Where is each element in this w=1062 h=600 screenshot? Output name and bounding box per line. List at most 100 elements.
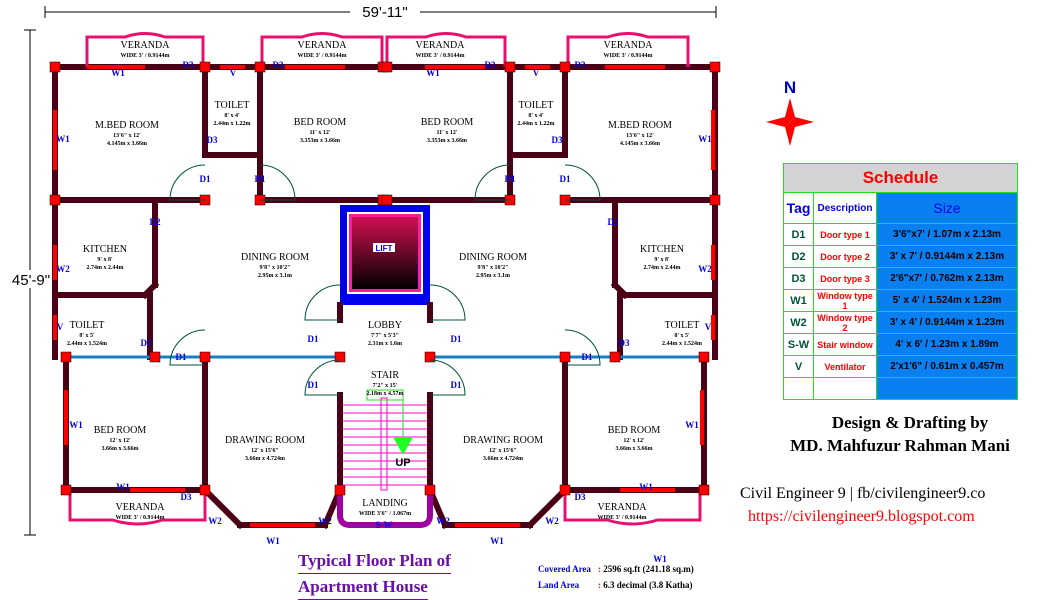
opening-tag: W2 bbox=[56, 264, 70, 274]
room-metric-size: 2.95m x 3.1m bbox=[476, 273, 510, 279]
schedule-size: 3' x 7' / 0.9144m x 2.13m bbox=[876, 245, 1018, 268]
room-dimensions: 12' x 15'6" bbox=[251, 448, 279, 454]
drawing-title-line2: Apartment House bbox=[298, 574, 428, 600]
opening-tag: V bbox=[533, 68, 540, 78]
room-dimensions: WIDE 3' / 0.9144m bbox=[597, 515, 646, 521]
opening-tag: W1 bbox=[56, 134, 70, 144]
room-metric-size: 3.353m x 3.66m bbox=[427, 138, 467, 144]
column bbox=[559, 484, 571, 496]
room-dimensions: WIDE 3'6" / 1.067m bbox=[359, 511, 411, 517]
opening-tag: D1 bbox=[176, 352, 187, 362]
room-metric-size: 2.44m x 1.22m bbox=[214, 121, 251, 127]
room-metric-size: 3.66m x 3.66m bbox=[616, 446, 653, 452]
schedule-row: W1 Window type 1 5' x 4' / 1.524m x 1.23m bbox=[783, 289, 1018, 312]
opening-tag: W2 bbox=[208, 516, 222, 526]
door-swing bbox=[429, 284, 466, 321]
room-dimensions: 12' x 15'6" bbox=[489, 448, 517, 454]
credit-blog-link[interactable]: https://civilengineer9.blogspot.com bbox=[748, 508, 1058, 526]
schedule-description: Window type 1 bbox=[813, 289, 877, 312]
room-metric-size: 3.66m x 4.724m bbox=[483, 456, 523, 462]
column bbox=[49, 61, 61, 73]
dimension-width: 59'-11" bbox=[44, 3, 717, 21]
opening-tag: D3 bbox=[141, 338, 152, 348]
room-name: DINING ROOM bbox=[241, 252, 309, 263]
drawing-title-line1: Typical Floor Plan of bbox=[298, 548, 451, 574]
column bbox=[199, 484, 211, 496]
opening-tag: D1 bbox=[308, 380, 319, 390]
room-metric-size: 3.66m x 4.724m bbox=[245, 456, 285, 462]
opening-tag: D2 bbox=[150, 217, 161, 227]
opening-tag: D3 bbox=[183, 60, 194, 70]
room-dimensions: 11' x 12' bbox=[309, 130, 330, 136]
room-name: DRAWING ROOM bbox=[225, 435, 305, 446]
opening-tag: D3 bbox=[552, 135, 563, 145]
room-name: VERANDA bbox=[416, 40, 466, 51]
room-dimensions: 8' x 4' bbox=[224, 113, 240, 119]
column bbox=[559, 351, 571, 363]
room-name: M.BED ROOM bbox=[608, 120, 672, 131]
room-dimensions: 9'8" x 10'2" bbox=[260, 265, 291, 271]
room-name: DINING ROOM bbox=[459, 252, 527, 263]
opening-tag: D1 bbox=[560, 174, 571, 184]
schedule-tag: D2 bbox=[783, 245, 814, 268]
opening-tag: W1 bbox=[69, 420, 83, 430]
column bbox=[60, 484, 72, 496]
opening-tag: S-W bbox=[375, 520, 392, 530]
land-area-value: 6.3 decimal (3.8 Katha) bbox=[603, 580, 693, 590]
schedule-row: S-W Stair window 4' x 6' / 1.23m x 1.89m bbox=[783, 333, 1018, 356]
opening-tag: D3 bbox=[273, 60, 284, 70]
opening-tag: W1 bbox=[685, 420, 699, 430]
schedule-size: 3' x 4' / 0.9144m x 1.23m bbox=[876, 311, 1018, 334]
schedule-size: 4' x 6' / 1.23m x 1.89m bbox=[876, 333, 1018, 356]
column bbox=[609, 351, 621, 363]
room-dimensions: WIDE 3' / 0.9144m bbox=[120, 53, 169, 59]
opening-tag: W2 bbox=[698, 264, 712, 274]
schedule-tag: V bbox=[783, 355, 814, 378]
room-metric-size: 4.145m x 3.66m bbox=[620, 141, 660, 147]
area-info: Covered Area: 2596 sq.ft (241.18 sq.m) L… bbox=[538, 561, 694, 593]
room-metric-size: 2.44m x 1.524m bbox=[662, 341, 702, 347]
opening-tag: V bbox=[57, 322, 64, 332]
room-name: BED ROOM bbox=[608, 425, 661, 436]
credit-organization: Civil Engineer 9 | fb/civilengineer9.co bbox=[740, 485, 986, 502]
room-name: KITCHEN bbox=[640, 244, 684, 255]
schedule-tag: S-W bbox=[783, 333, 814, 356]
schedule-table: Schedule Tag Description Size D1 Door typ… bbox=[783, 163, 1018, 400]
column bbox=[709, 194, 721, 206]
room-dimensions: WIDE 3' / 0.9144m bbox=[115, 515, 164, 521]
schedule-row: W2 Window type 2 3' x 4' / 0.9144m x 1.23m bbox=[783, 311, 1018, 334]
column bbox=[559, 61, 571, 73]
schedule-header-size: Size bbox=[876, 192, 1018, 224]
room-metric-size: 2.44m x 1.524m bbox=[67, 341, 107, 347]
room-dimensions: WIDE 3' / 0.9144m bbox=[297, 53, 346, 59]
room-name: BED ROOM bbox=[421, 117, 474, 128]
room-name: TOILET bbox=[215, 100, 250, 111]
room-name: STAIR bbox=[371, 370, 399, 381]
opening-tag: D1 bbox=[451, 334, 462, 344]
column bbox=[381, 61, 393, 73]
room-metric-size: 3.66m x 3.66m bbox=[102, 446, 139, 452]
opening-tag: D1 bbox=[255, 174, 266, 184]
room-metric-size: 3.353m x 3.66m bbox=[300, 138, 340, 144]
room-dimensions: 8' x 4' bbox=[528, 113, 544, 119]
opening-tag: W1 bbox=[490, 536, 504, 546]
staircase: UP bbox=[343, 389, 427, 491]
opening-tag: D3 bbox=[575, 492, 586, 502]
room-name: TOILET bbox=[70, 320, 105, 331]
column bbox=[698, 484, 710, 496]
room-name: DRAWING ROOM bbox=[463, 435, 543, 446]
opening-tag: W1 bbox=[639, 482, 653, 492]
column bbox=[698, 351, 710, 363]
room-dimensions: 8' x 5' bbox=[674, 333, 690, 339]
opening-tag: D1 bbox=[451, 380, 462, 390]
room-name: LANDING bbox=[362, 498, 408, 509]
room-name: VERANDA bbox=[298, 40, 348, 51]
room-metric-size: 2.18m x 4.57m bbox=[367, 391, 404, 397]
opening-tag: W1 bbox=[266, 536, 280, 546]
drawing-title: Typical Floor Plan of Apartment House bbox=[298, 548, 451, 600]
room-dimensions: 9' x 8' bbox=[654, 257, 670, 263]
opening-tag: W1 bbox=[698, 134, 712, 144]
compass-north-label: N bbox=[784, 78, 796, 97]
schedule-tag: W2 bbox=[783, 311, 814, 334]
column bbox=[199, 351, 211, 363]
